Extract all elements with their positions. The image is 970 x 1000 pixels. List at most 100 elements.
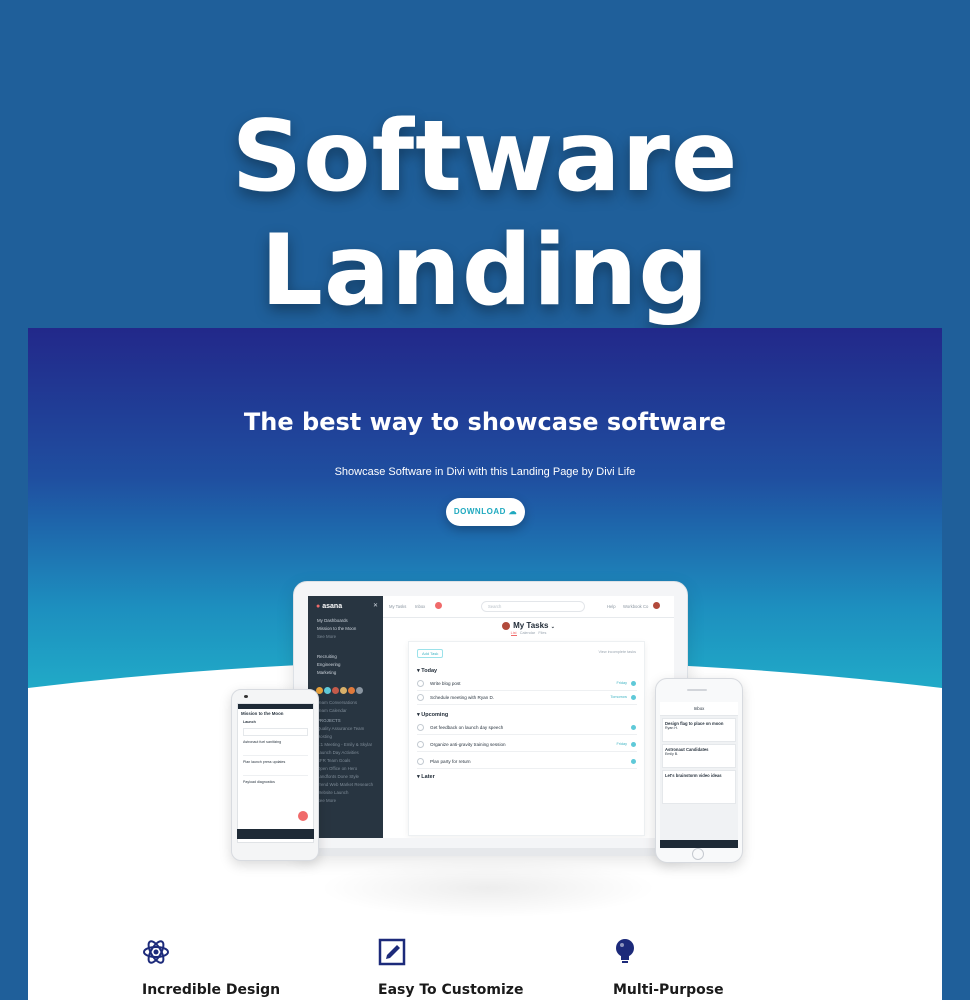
asana-logo-icon: ●	[316, 603, 321, 610]
team-avatars	[316, 687, 363, 694]
task-text: Plan party for return	[430, 759, 471, 764]
avatar	[324, 687, 331, 694]
task-row[interactable]: Schedule meeting with Ryan D. Tomorrow	[417, 692, 637, 705]
device-shadow	[318, 858, 658, 918]
feature-incredible-design: Incredible Design	[142, 938, 342, 998]
home-button[interactable]	[692, 848, 704, 860]
card-author: Ryan H.	[665, 726, 678, 730]
workspace-name[interactable]: Workbook Co	[623, 604, 648, 609]
sidebar-item-marketing[interactable]: Marketing	[317, 670, 336, 675]
app-sidebar: ● asana ✕ My Dashboards Mission to the Mo…	[308, 596, 383, 838]
list-item[interactable]: Astronaut fuel sanitizing	[243, 738, 308, 756]
incomplete-filter[interactable]: View incomplete tasks	[599, 650, 637, 654]
sidebar-project[interactable]: Website Launch	[317, 790, 348, 795]
checkbox[interactable]	[417, 680, 424, 687]
android-list-name[interactable]: Launch	[238, 718, 313, 726]
android-screen: Mission to the Moon Launch Astronaut fue…	[237, 703, 314, 843]
iphone-tab-bar	[660, 840, 738, 848]
nav-my-tasks[interactable]: My Tasks	[389, 604, 406, 609]
sidebar-project[interactable]: SFR Team Goals	[317, 758, 350, 763]
inbox-card[interactable]: Design flag to place on moon Ryan H.	[662, 718, 736, 742]
feature-multi-purpose: Multi-Purpose	[613, 938, 813, 998]
due-date: Friday	[616, 681, 627, 685]
task-row[interactable]: Organize anti-gravity training session F…	[417, 739, 637, 752]
add-task-button[interactable]: Add Task	[417, 649, 444, 658]
speaker-icon	[687, 689, 707, 691]
tab-calendar[interactable]: Calendar	[520, 631, 535, 635]
search-placeholder: Search	[488, 604, 502, 609]
close-icon[interactable]: ✕	[373, 602, 378, 609]
app-topbar: My Tasks Inbox Search Help Workbook Co	[383, 596, 674, 618]
sidebar-item-engineering[interactable]: Engineering	[317, 662, 340, 667]
sidebar-item-recruiting[interactable]: Recruiting	[317, 654, 337, 659]
checkbox[interactable]	[417, 741, 424, 748]
chevron-down-icon[interactable]: ⌄	[551, 624, 555, 630]
avatar	[340, 687, 347, 694]
feature-label: Multi-Purpose	[613, 982, 724, 998]
sidebar-project[interactable]: Trend Web Market Research	[317, 782, 373, 787]
sidebar-project[interactable]: Launch Day Activities	[317, 750, 359, 755]
add-icon[interactable]	[298, 811, 308, 821]
avatar	[332, 687, 339, 694]
sidebar-see-more[interactable]: See More	[317, 634, 336, 639]
avatar[interactable]	[653, 602, 660, 609]
due-date: Tomorrow	[610, 695, 627, 699]
inbox-card[interactable]: Astronaut Candidates Emily B.	[662, 744, 736, 768]
task-text: Schedule meeting with Ryan D.	[430, 695, 495, 700]
tab-list[interactable]: List	[510, 631, 517, 636]
avatar	[348, 687, 355, 694]
notification-icon[interactable]	[435, 602, 442, 609]
sidebar-item-mission[interactable]: Mission to the Moon	[317, 626, 356, 631]
list-item[interactable]: Plan launch press updates	[243, 758, 308, 776]
sidebar-item-dashboards[interactable]: My Dashboards	[317, 618, 348, 623]
tab-files[interactable]: Files	[538, 631, 546, 635]
page-title: My Tasks ⌄	[383, 621, 674, 630]
task-list: Add Task View incomplete tasks ▾ Today W…	[408, 641, 645, 836]
nav-inbox[interactable]: Inbox	[415, 604, 425, 609]
feature-easy-customize: Easy To Customize	[378, 938, 578, 998]
sidebar-see-more[interactable]: See More	[317, 798, 336, 803]
checkbox[interactable]	[417, 758, 424, 765]
sidebar-project[interactable]: Hosting	[317, 734, 332, 739]
sidebar-item-conversations[interactable]: Team Conversations	[317, 700, 357, 705]
task-row[interactable]: Plan party for return	[417, 756, 637, 769]
list-item[interactable]: Payload diagnostics	[243, 778, 308, 796]
sidebar-projects-heading: PROJECTS	[317, 718, 341, 723]
sidebar-project[interactable]: Open Office on Hero	[317, 766, 357, 771]
banner-title: Software Landing	[231, 100, 739, 328]
feature-label: Incredible Design	[142, 982, 281, 998]
sidebar-project[interactable]: Quality Assurance Team	[317, 726, 364, 731]
feature-label: Easy To Customize	[378, 982, 524, 998]
task-row[interactable]: Write blog post Friday	[417, 678, 637, 691]
laptop-mockup: ● asana ✕ My Dashboards Mission to the Mo…	[293, 581, 688, 853]
avatar	[631, 742, 636, 747]
hero-subtitle: Showcase Software in Divi with this Land…	[334, 466, 636, 478]
avatar	[631, 759, 636, 764]
download-label: DOWNLOAD	[453, 507, 506, 516]
android-header: Mission to the Moon	[238, 709, 313, 718]
android-add-field[interactable]	[243, 728, 308, 736]
laptop-base	[268, 848, 713, 856]
sidebar-item-calendar[interactable]: Team Calendar	[317, 708, 347, 713]
sidebar-project[interactable]: 1:1 Meeting - Emily & Skylar	[317, 742, 372, 747]
card-title: Let's brainstorm video ideas	[665, 773, 722, 778]
help-link[interactable]: Help	[607, 604, 616, 609]
cloud-download-icon: ☁	[508, 507, 518, 516]
avatar	[631, 725, 636, 730]
download-button[interactable]: DOWNLOAD ☁	[446, 498, 525, 526]
android-nav-bar	[237, 829, 314, 839]
task-text: Get feedback on launch day speech	[430, 725, 504, 730]
search-input[interactable]: Search	[481, 601, 585, 612]
avatar	[502, 621, 511, 630]
task-row[interactable]: Get feedback on launch day speech	[417, 722, 637, 735]
android-title: Mission to the Moon	[241, 711, 284, 716]
lightbulb-icon	[616, 939, 634, 963]
section-later: ▾ Later	[417, 774, 435, 780]
checkbox[interactable]	[417, 694, 424, 701]
laptop-screen: ● asana ✕ My Dashboards Mission to the Mo…	[308, 596, 674, 838]
sidebar-project[interactable]: Landfonts Done Style	[317, 774, 359, 779]
iphone-screen: Inbox Design flag to place on moon Ryan …	[660, 702, 738, 840]
inbox-card[interactable]: Let's brainstorm video ideas	[662, 770, 736, 804]
task-text: Write blog post	[430, 681, 461, 686]
checkbox[interactable]	[417, 724, 424, 731]
